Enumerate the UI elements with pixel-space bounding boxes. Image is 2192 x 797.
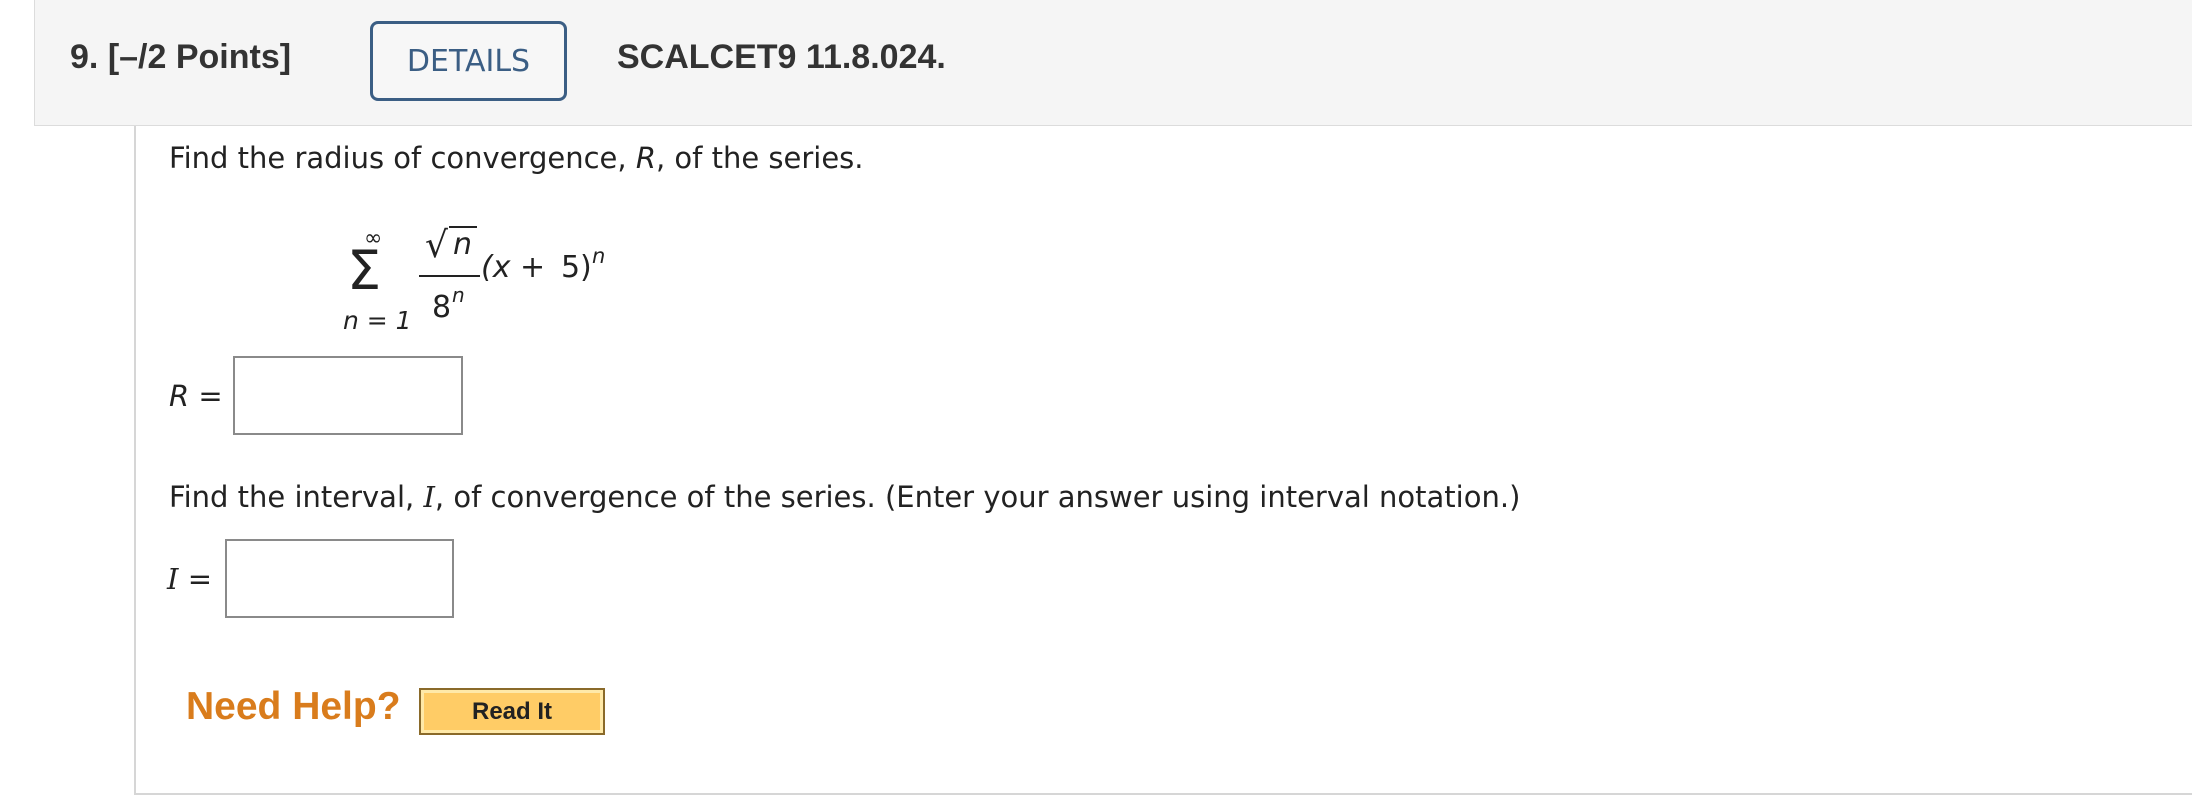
details-button[interactable]: DETAILS (370, 21, 567, 101)
question-number: 9. (70, 38, 99, 76)
interval-prompt-post: , of convergence of the series. (Enter y… (434, 480, 1521, 514)
radius-answer-input[interactable] (233, 356, 463, 435)
question-number-points: 9. [–/2 Points] (70, 38, 291, 77)
factor-constant: 5 (561, 250, 581, 285)
interval-prompt: Find the interval, I, of convergence of … (169, 480, 1520, 514)
interval-prompt-pre: Find the interval, (169, 480, 424, 514)
question-code: SCALCET9 11.8.024. (617, 38, 946, 76)
interval-answer-label: I = (167, 562, 212, 596)
question-header (34, 0, 2192, 126)
sum-lower-limit: n = 1 (343, 306, 412, 335)
radius-prompt-post: , of the series. (655, 141, 864, 175)
question-points: [–/2 Points] (107, 38, 292, 76)
need-help-label: Need Help? (186, 685, 401, 728)
factor-close: ) (580, 250, 592, 285)
read-it-button[interactable]: Read It (419, 688, 605, 735)
interval-answer-var: I (167, 562, 179, 596)
fraction-bar (419, 275, 480, 277)
interval-answer-eq: = (187, 562, 212, 596)
radius-answer-eq: = (198, 379, 223, 413)
factor-open: (x + (481, 250, 546, 285)
radical-sign: √ (425, 225, 448, 266)
numerator-var: n (453, 227, 473, 262)
radius-prompt: Find the radius of convergence, R, of th… (169, 141, 864, 175)
interval-answer-input[interactable] (225, 539, 454, 618)
denominator-exponent: n (452, 283, 465, 307)
radius-answer-var: R (169, 379, 190, 413)
factor-exponent: n (592, 244, 606, 268)
radius-prompt-pre: Find the radius of convergence, (169, 141, 636, 175)
radius-prompt-var: R (635, 141, 656, 175)
radius-answer-label: R = (169, 379, 223, 413)
interval-prompt-var: I (423, 480, 435, 514)
denominator-base: 8 (432, 290, 452, 325)
sigma-symbol: Σ (347, 239, 382, 302)
